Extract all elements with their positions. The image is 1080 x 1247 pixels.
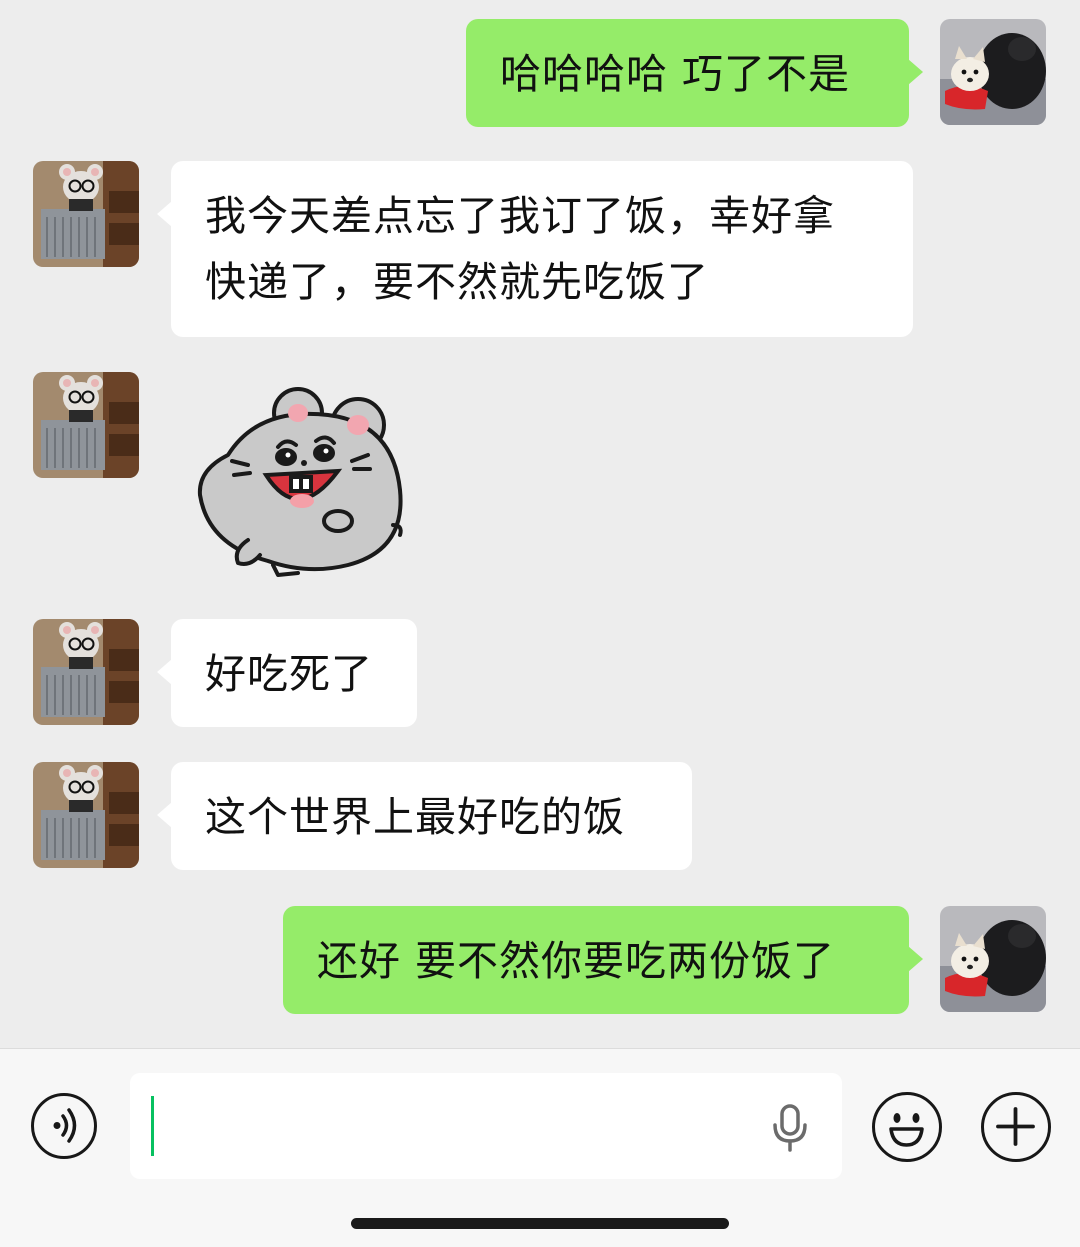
mouse-desk-photo-icon xyxy=(33,762,139,868)
message-text: 这个世界上最好吃的饭 xyxy=(205,793,625,841)
plus-icon xyxy=(996,1107,1035,1146)
more-options-button[interactable] xyxy=(981,1092,1051,1162)
dogs-photo-icon xyxy=(940,906,1046,1012)
contact-avatar[interactable] xyxy=(33,161,139,267)
voice-mode-icon xyxy=(53,1108,77,1143)
chat-area: 哈哈哈哈 巧了不是 我今天差点忘了我订了饭，幸好拿 快递了，要不然就先吃饭了 好… xyxy=(0,0,1080,1048)
received-message-bubble[interactable]: 好吃死了 xyxy=(157,619,417,727)
home-indicator[interactable] xyxy=(351,1218,729,1229)
sent-message-bubble[interactable]: 哈哈哈哈 巧了不是 xyxy=(466,19,923,127)
contact-avatar[interactable] xyxy=(33,619,139,725)
contact-avatar[interactable] xyxy=(33,762,139,868)
text-caret xyxy=(151,1096,154,1156)
received-message-bubble[interactable]: 这个世界上最好吃的饭 xyxy=(157,762,692,870)
my-avatar[interactable] xyxy=(940,19,1046,125)
received-message-bubble[interactable]: 我今天差点忘了我订了饭，幸好拿 快递了，要不然就先吃饭了 xyxy=(157,161,913,337)
laughing-gray-mouse-sticker-icon xyxy=(197,387,403,577)
message-input[interactable] xyxy=(130,1073,842,1179)
emoji-button[interactable] xyxy=(872,1092,942,1162)
microphone-icon[interactable] xyxy=(770,1103,810,1153)
input-bar xyxy=(0,1048,1080,1247)
message-line: 我今天差点忘了我订了饭，幸好拿 xyxy=(205,192,835,240)
message-text: 还好 要不然你要吃两份饭了 xyxy=(317,937,836,985)
contact-avatar[interactable] xyxy=(33,372,139,478)
laughing-mouse-sticker[interactable] xyxy=(188,385,418,585)
voice-mode-button[interactable] xyxy=(31,1093,97,1159)
message-text: 哈哈哈哈 巧了不是 xyxy=(500,50,851,98)
message-text: 好吃死了 xyxy=(205,650,373,698)
sent-message-bubble[interactable]: 还好 要不然你要吃两份饭了 xyxy=(283,906,923,1014)
mouse-desk-photo-icon xyxy=(33,372,139,478)
mouse-desk-photo-icon xyxy=(33,161,139,267)
mouse-desk-photo-icon xyxy=(33,619,139,725)
emoji-icon xyxy=(889,1113,924,1147)
my-avatar[interactable] xyxy=(940,906,1046,1012)
message-line: 快递了，要不然就先吃饭了 xyxy=(205,258,709,306)
dogs-photo-icon xyxy=(940,19,1046,125)
